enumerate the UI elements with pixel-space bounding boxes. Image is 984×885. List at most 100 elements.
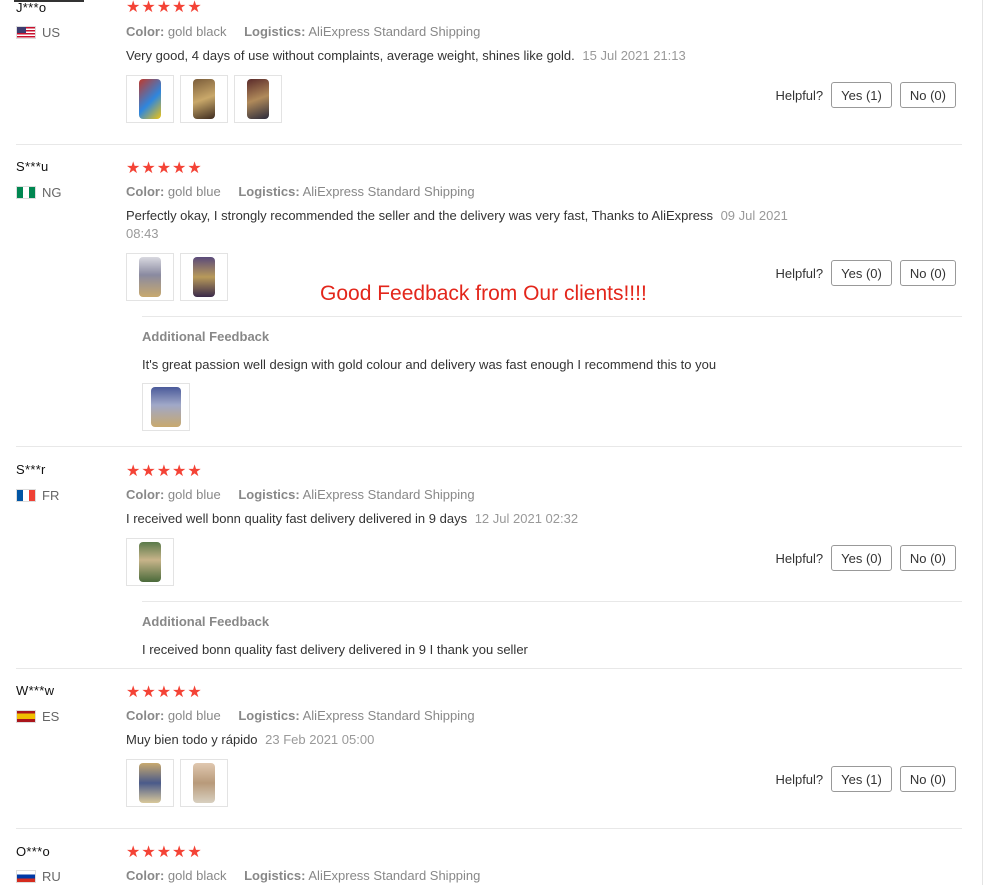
review-date: 12 Jul 2021 02:32 xyxy=(474,511,579,526)
review-body: Perfectly okay, I strongly recommended t… xyxy=(126,208,713,223)
review-photo[interactable] xyxy=(126,759,174,807)
review-body: Very good, 4 days of use without complai… xyxy=(126,48,575,63)
review-photos xyxy=(126,759,228,807)
review-date: 23 Feb 2021 05:00 xyxy=(265,732,375,747)
additional-feedback-title: Additional Feedback xyxy=(142,329,270,344)
review-meta: Color: gold black Logistics: AliExpress … xyxy=(126,868,480,883)
helpful-yes-button[interactable]: Yes (0) xyxy=(831,260,892,286)
review-date: 15 Jul 2021 21:13 xyxy=(582,48,686,63)
additional-divider xyxy=(142,316,962,317)
color-value: gold black xyxy=(167,868,227,883)
color-label: Color: xyxy=(126,24,165,39)
review-text: Very good, 4 days of use without complai… xyxy=(126,47,686,65)
review-body: I received well bonn quality fast delive… xyxy=(126,511,468,526)
helpful-controls: Helpful? Yes (1) No (0) xyxy=(775,766,956,792)
helpful-label: Helpful? xyxy=(775,87,824,103)
country-code: RU xyxy=(42,869,61,884)
helpful-label: Helpful? xyxy=(775,265,824,281)
logistics-label: Logistics: xyxy=(238,184,300,199)
review-meta: Color: gold blue Logistics: AliExpress S… xyxy=(126,487,475,502)
color-label: Color: xyxy=(126,184,165,199)
helpful-yes-button[interactable]: Yes (1) xyxy=(831,766,892,792)
additional-feedback-text: I received bonn quality fast delivery de… xyxy=(142,642,528,657)
review-meta: Color: gold blue Logistics: AliExpress S… xyxy=(126,708,475,723)
logistics-label: Logistics: xyxy=(244,868,306,883)
color-value: gold blue xyxy=(167,487,221,502)
star-rating: ★★★★★ xyxy=(126,684,203,701)
helpful-yes-button[interactable]: Yes (0) xyxy=(831,545,892,571)
review-text: Muy bien todo y rápido 23 Feb 2021 05:00 xyxy=(126,731,374,749)
additional-photos xyxy=(142,383,190,431)
review-text: I received well bonn quality fast delive… xyxy=(126,510,578,528)
color-label: Color: xyxy=(126,487,165,502)
logistics-value: AliExpress Standard Shipping xyxy=(302,184,475,199)
review-photo[interactable] xyxy=(180,759,228,807)
helpful-controls: Helpful? Yes (1) No (0) xyxy=(775,82,956,108)
reviewer-country: NG xyxy=(16,185,62,200)
color-label: Color: xyxy=(126,708,165,723)
color-value: gold blue xyxy=(167,184,221,199)
review-time: 08:43 xyxy=(126,226,159,241)
logistics-value: AliExpress Standard Shipping xyxy=(308,24,481,39)
review-photo[interactable] xyxy=(126,253,174,301)
review-meta: Color: gold blue Logistics: AliExpress S… xyxy=(126,184,475,199)
logistics-value: AliExpress Standard Shipping xyxy=(302,487,475,502)
ng-flag-icon xyxy=(16,186,36,199)
review-date: 09 Jul 2021 xyxy=(720,208,788,223)
reviewer-name: J***o xyxy=(16,0,47,15)
review-divider xyxy=(16,828,962,829)
color-value: gold blue xyxy=(167,708,221,723)
review-divider xyxy=(16,144,962,145)
review-divider xyxy=(16,668,962,669)
ru-flag-icon xyxy=(16,870,36,883)
es-flag-icon xyxy=(16,710,36,723)
country-code: US xyxy=(42,25,61,40)
review-photo[interactable] xyxy=(180,75,228,123)
reviewer-country: US xyxy=(16,25,60,40)
review-divider xyxy=(16,446,962,447)
color-label: Color: xyxy=(126,868,165,883)
star-rating: ★★★★★ xyxy=(126,463,203,480)
additional-feedback-title: Additional Feedback xyxy=(142,614,270,629)
reviewer-name: S***r xyxy=(16,462,46,477)
review-photo[interactable] xyxy=(180,253,228,301)
country-code: NG xyxy=(42,185,62,200)
helpful-controls: Helpful? Yes (0) No (0) xyxy=(775,545,956,571)
us-flag-icon xyxy=(16,26,36,39)
helpful-no-button[interactable]: No (0) xyxy=(899,545,956,571)
color-value: gold black xyxy=(167,24,227,39)
country-code: ES xyxy=(42,709,60,724)
reviewer-country: FR xyxy=(16,488,59,503)
review-photos xyxy=(126,538,174,586)
review-text: Perfectly okay, I strongly recommended t… xyxy=(126,207,826,243)
logistics-value: AliExpress Standard Shipping xyxy=(308,868,481,883)
reviewer-name: O***o xyxy=(16,844,51,859)
logistics-label: Logistics: xyxy=(244,24,306,39)
star-rating: ★★★★★ xyxy=(126,0,203,16)
reviewer-name: S***u xyxy=(16,159,49,174)
review-photo[interactable] xyxy=(126,75,174,123)
overlay-caption: Good Feedback from Our clients!!!! xyxy=(320,282,647,305)
review-photo[interactable] xyxy=(142,383,190,431)
helpful-yes-button[interactable]: Yes (1) xyxy=(831,82,892,108)
fr-flag-icon xyxy=(16,489,36,502)
review-photos xyxy=(126,75,282,123)
helpful-controls: Helpful? Yes (0) No (0) xyxy=(775,260,956,286)
country-code: FR xyxy=(42,488,60,503)
review-photo[interactable] xyxy=(234,75,282,123)
review-meta: Color: gold black Logistics: AliExpress … xyxy=(126,24,480,39)
reviewer-country: ES xyxy=(16,709,59,724)
star-rating: ★★★★★ xyxy=(126,160,203,177)
additional-divider xyxy=(142,601,962,602)
helpful-label: Helpful? xyxy=(775,550,824,566)
logistics-label: Logistics: xyxy=(238,708,300,723)
review-body: Muy bien todo y rápido xyxy=(126,732,258,747)
star-rating: ★★★★★ xyxy=(126,844,203,861)
helpful-no-button[interactable]: No (0) xyxy=(899,82,956,108)
review-photo[interactable] xyxy=(126,538,174,586)
logistics-value: AliExpress Standard Shipping xyxy=(302,708,475,723)
logistics-label: Logistics: xyxy=(238,487,300,502)
helpful-no-button[interactable]: No (0) xyxy=(899,766,956,792)
helpful-label: Helpful? xyxy=(775,771,824,787)
helpful-no-button[interactable]: No (0) xyxy=(899,260,956,286)
